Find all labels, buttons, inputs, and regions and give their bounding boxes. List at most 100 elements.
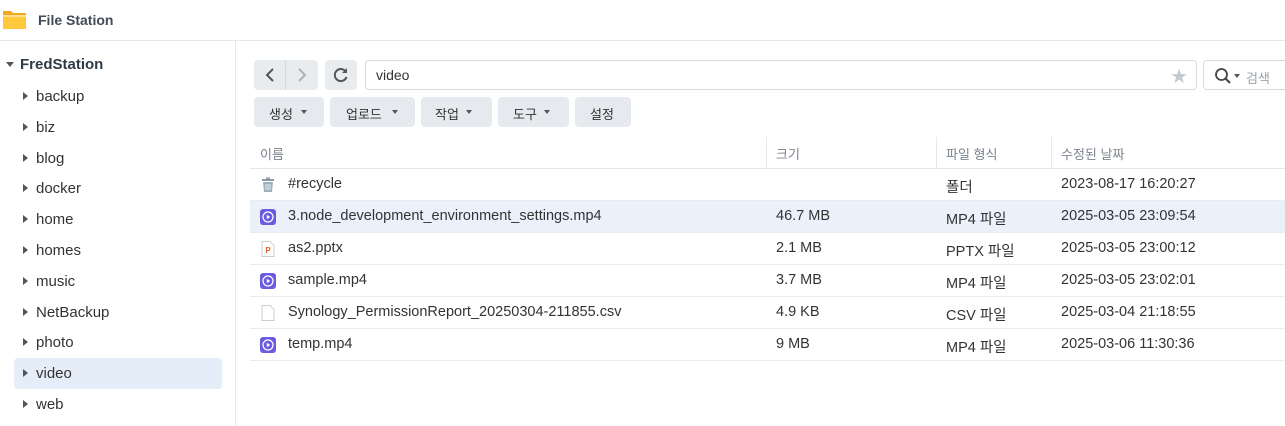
search-input[interactable]: 검색: [1203, 60, 1285, 90]
svg-text:P: P: [265, 246, 271, 255]
file-type: MP4 파일: [946, 276, 1007, 292]
star-icon[interactable]: ★: [1170, 64, 1188, 89]
column-header-size[interactable]: 크기: [776, 137, 800, 168]
sidebar-item-label: backup: [36, 88, 85, 105]
column-header-name[interactable]: 이름: [260, 137, 284, 168]
table-row[interactable]: Synology_PermissionReport_20250304-21185…: [250, 297, 1285, 329]
table-row[interactable]: 3.node_development_environment_settings.…: [250, 201, 1285, 233]
tools-button-label: 도구: [513, 107, 537, 122]
caret-right-icon[interactable]: [23, 308, 28, 316]
file-date: 2025-03-06 11:30:36: [1061, 336, 1195, 352]
file-size: 9 MB: [776, 336, 810, 352]
chevron-down-icon: [1234, 74, 1240, 78]
sidebar-item-label: music: [36, 273, 76, 290]
settings-button[interactable]: 설정: [575, 97, 631, 127]
sidebar-item-music[interactable]: music: [14, 266, 222, 297]
sidebar-item-photo[interactable]: photo: [14, 327, 222, 358]
file-name: #recycle: [288, 176, 342, 192]
file-size: 4.9 KB: [776, 304, 820, 320]
chevron-right-icon: [298, 68, 307, 82]
search-icon: [1215, 68, 1231, 84]
sidebar-item-blog[interactable]: blog: [14, 143, 222, 174]
chevron-down-icon: [392, 110, 398, 114]
caret-right-icon[interactable]: [23, 369, 28, 377]
create-button-label: 생성: [269, 107, 293, 122]
chevron-down-icon: [466, 110, 472, 114]
file-name: 3.node_development_environment_settings.…: [288, 208, 602, 224]
nav-buttons: [254, 60, 318, 90]
create-button[interactable]: 생성: [254, 97, 324, 127]
column-divider[interactable]: [766, 137, 767, 168]
caret-right-icon[interactable]: [23, 184, 28, 192]
caret-right-icon[interactable]: [23, 338, 28, 346]
chevron-down-icon: [301, 110, 307, 114]
file-date: 2023-08-17 16:20:27: [1061, 176, 1196, 192]
refresh-icon: [333, 68, 348, 83]
file-date: 2025-03-05 23:00:12: [1061, 240, 1196, 256]
video-file-icon: [260, 209, 276, 225]
caret-right-icon[interactable]: [23, 246, 28, 254]
search-placeholder: 검색: [1246, 71, 1270, 86]
folder-icon: [3, 11, 26, 29]
pptx-file-icon: P: [261, 241, 275, 257]
action-button-label: 작업: [435, 107, 459, 122]
sidebar-item-docker[interactable]: docker: [14, 173, 222, 204]
caret-down-icon[interactable]: [6, 62, 14, 67]
caret-right-icon[interactable]: [23, 123, 28, 131]
column-header-date[interactable]: 수정된 날짜: [1061, 137, 1124, 168]
column-header-type[interactable]: 파일 형식: [946, 137, 997, 168]
app-title: File Station: [38, 12, 114, 28]
tree-root[interactable]: FredStation: [0, 55, 230, 75]
sidebar-item-video[interactable]: video: [14, 358, 222, 389]
sidebar: FredStation backup biz blog docker home …: [0, 41, 236, 426]
file-date: 2025-03-05 23:09:54: [1061, 208, 1196, 224]
caret-right-icon[interactable]: [23, 215, 28, 223]
caret-right-icon[interactable]: [23, 154, 28, 162]
upload-button[interactable]: 업로드: [330, 97, 415, 127]
generic-file-icon: [261, 305, 275, 321]
video-file-icon: [260, 337, 276, 353]
refresh-button[interactable]: [325, 60, 357, 90]
action-button[interactable]: 작업: [421, 97, 492, 127]
column-divider[interactable]: [1051, 137, 1052, 168]
table-row[interactable]: sample.mp4 3.7 MB MP4 파일 2025-03-05 23:0…: [250, 265, 1285, 297]
sidebar-item-homes[interactable]: homes: [14, 235, 222, 266]
table-row[interactable]: temp.mp4 9 MB MP4 파일 2025-03-06 11:30:36: [250, 329, 1285, 361]
sidebar-item-label: home: [36, 211, 74, 228]
file-size: 46.7 MB: [776, 208, 830, 224]
sidebar-item-label: web: [36, 396, 64, 413]
file-type: MP4 파일: [946, 212, 1007, 228]
sidebar-item-backup[interactable]: backup: [14, 81, 222, 112]
sidebar-item-home[interactable]: home: [14, 204, 222, 235]
table-row[interactable]: #recycle 폴더 2023-08-17 16:20:27: [250, 169, 1285, 201]
file-type: MP4 파일: [946, 340, 1007, 356]
sidebar-item-label: biz: [36, 119, 56, 136]
sidebar-item-label: homes: [36, 242, 82, 259]
sidebar-item-biz[interactable]: biz: [14, 112, 222, 143]
back-button[interactable]: [254, 60, 286, 90]
upload-button-label: 업로드: [346, 107, 382, 122]
sidebar-item-web[interactable]: web: [14, 389, 222, 420]
tools-button[interactable]: 도구: [498, 97, 569, 127]
tree-root-label: FredStation: [20, 56, 104, 73]
file-size: 2.1 MB: [776, 240, 822, 256]
sidebar-item-label: blog: [36, 150, 65, 167]
file-date: 2025-03-05 23:02:01: [1061, 272, 1196, 288]
sidebar-item-label: NetBackup: [36, 304, 110, 321]
sidebar-item-label: video: [36, 365, 72, 382]
column-divider[interactable]: [936, 137, 937, 168]
caret-right-icon[interactable]: [23, 277, 28, 285]
chevron-left-icon: [265, 68, 274, 82]
sidebar-item-label: photo: [36, 334, 74, 351]
path-bar[interactable]: video ★: [365, 60, 1197, 90]
forward-button[interactable]: [286, 60, 318, 90]
sidebar-item-netbackup[interactable]: NetBackup: [14, 297, 222, 328]
file-name: temp.mp4: [288, 336, 353, 352]
table-row[interactable]: P as2.pptx 2.1 MB PPTX 파일 2025-03-05 23:…: [250, 233, 1285, 265]
caret-right-icon[interactable]: [23, 400, 28, 408]
file-date: 2025-03-04 21:18:55: [1061, 304, 1196, 320]
main-panel: video ★ 검색 생성 업로드 작업 도구 설정 이름 크기 파일 형식 수…: [236, 41, 1285, 426]
video-file-icon: [260, 273, 276, 289]
caret-right-icon[interactable]: [23, 92, 28, 100]
recycle-bin-icon: [262, 177, 274, 192]
